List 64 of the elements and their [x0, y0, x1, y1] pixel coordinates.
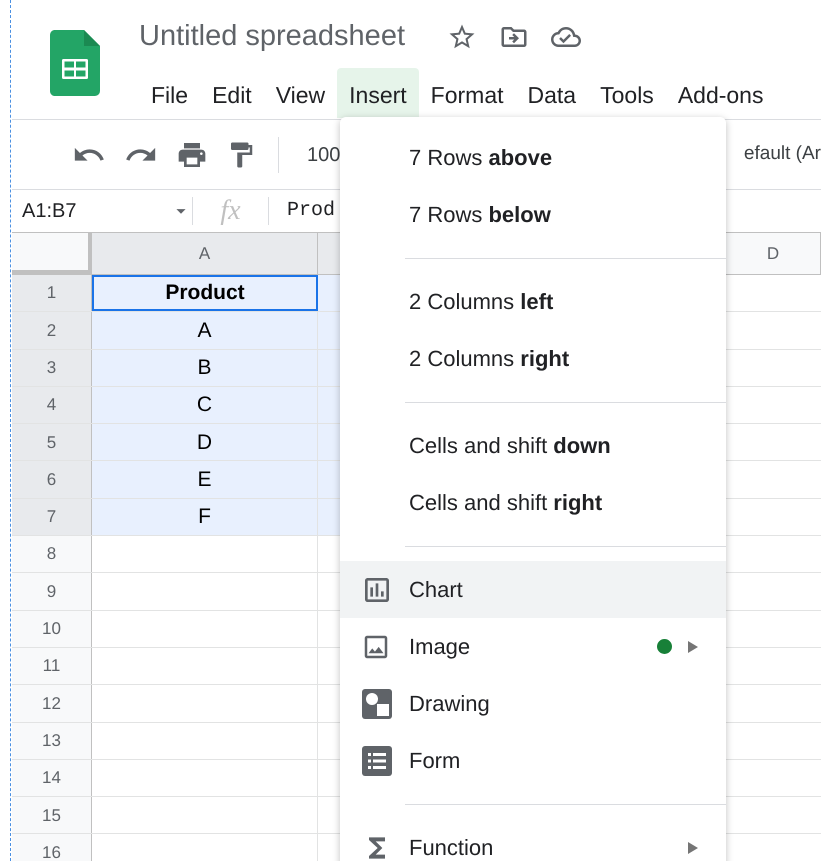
menu-item[interactable]: Cells and shift down — [340, 417, 726, 474]
menu-bar-item[interactable]: Insert — [337, 68, 419, 118]
menu-item[interactable]: 2 Columns left — [340, 273, 726, 330]
menu-item-label: 2 Columns right — [409, 345, 570, 373]
menu-item-label: Cells and shift right — [409, 489, 602, 517]
table-cell[interactable]: B — [92, 350, 318, 386]
menu-bar-item[interactable]: Data — [516, 68, 588, 118]
function-icon: fx — [193, 190, 268, 232]
row-header[interactable]: 2 — [12, 312, 92, 349]
menu-item[interactable]: 7 Rows above — [340, 129, 726, 186]
table-cell[interactable]: D — [92, 424, 318, 460]
menu-item-label: Form — [409, 747, 460, 775]
menu-item[interactable]: Form — [340, 732, 726, 789]
menu-item[interactable]: Drawing — [340, 675, 726, 732]
table-cell[interactable]: F — [92, 498, 318, 536]
menu-bar-item[interactable]: Format — [418, 68, 516, 118]
row-header[interactable]: 8 — [12, 536, 92, 572]
table-cell[interactable]: Product — [92, 275, 318, 312]
menu-bar-item[interactable]: Tools — [588, 68, 666, 118]
row-header[interactable]: 3 — [12, 350, 92, 386]
row-header[interactable]: 14 — [12, 760, 92, 796]
name-box[interactable]: A1:B7 — [12, 190, 192, 232]
zoom-select[interactable]: 100 — [307, 140, 340, 170]
row-header[interactable]: 5 — [12, 424, 92, 460]
row-header[interactable]: 9 — [12, 573, 92, 610]
row-header[interactable]: 6 — [12, 461, 92, 498]
menu-item-label: 7 Rows below — [409, 201, 551, 229]
row-header[interactable]: 10 — [12, 610, 92, 647]
menu-item-label: 7 Rows above — [409, 144, 552, 172]
select-all-corner[interactable] — [12, 233, 92, 274]
menu-item[interactable]: Image — [340, 618, 726, 675]
menu-bar-item[interactable]: File — [139, 68, 200, 118]
menu-item-label: Drawing — [409, 690, 490, 718]
table-cell[interactable]: C — [92, 386, 318, 424]
row-header[interactable]: 1 — [12, 275, 92, 312]
menu-bar-item[interactable]: View — [264, 68, 338, 118]
font-select[interactable]: efault (Ar — [744, 140, 821, 169]
menu-item[interactable]: 2 Columns right — [340, 330, 726, 387]
menu-bar-item[interactable]: Edit — [200, 68, 264, 118]
menu-item-label: Function — [409, 834, 494, 861]
row-header[interactable]: 4 — [12, 386, 92, 424]
document-title[interactable]: Untitled spreadsheet — [139, 15, 405, 59]
menu-item-label: 2 Columns left — [409, 288, 554, 316]
row-header[interactable]: 12 — [12, 685, 92, 722]
menu-item[interactable]: Function — [340, 819, 726, 861]
list-icon — [361, 744, 393, 776]
table-cell[interactable]: A — [92, 312, 318, 349]
menu-bar-item[interactable]: Add-ons — [666, 68, 776, 118]
menu-item[interactable]: Cells and shift right — [340, 474, 726, 531]
menu-item-label: Image — [409, 633, 470, 661]
table-cell[interactable]: E — [92, 461, 318, 498]
formula-input[interactable]: Prod — [269, 196, 336, 226]
shapes-icon — [361, 688, 393, 720]
row-header[interactable]: 7 — [12, 498, 92, 536]
menu-item-label: Chart — [409, 576, 463, 604]
menu-item[interactable]: Chart — [340, 561, 726, 618]
menu-item-label: Cells and shift down — [409, 432, 611, 460]
row-header[interactable]: 16 — [12, 834, 92, 861]
column-header[interactable]: A — [92, 233, 318, 274]
row-header[interactable]: 13 — [12, 722, 92, 759]
spreadsheet-logo-icon[interactable] — [50, 30, 100, 96]
menu-item[interactable]: 7 Rows below — [340, 186, 726, 243]
row-header[interactable]: 11 — [12, 648, 92, 684]
row-header[interactable]: 15 — [12, 797, 92, 834]
